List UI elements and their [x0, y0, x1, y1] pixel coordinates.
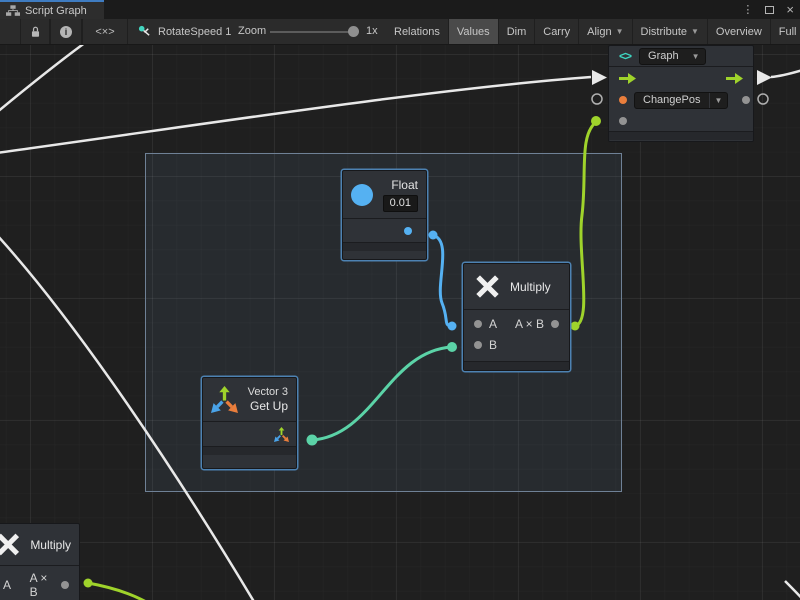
unconnected-port-ring[interactable]	[758, 94, 768, 104]
chevron-down-icon: ▼	[710, 96, 728, 105]
chevron-down-icon: ▼	[691, 27, 699, 36]
graph-dropdown[interactable]: Graph ▼	[639, 48, 706, 65]
values-button[interactable]: Values	[449, 19, 499, 44]
wire-green-bottom-multiply[interactable]	[88, 583, 148, 600]
float-icon	[351, 184, 373, 206]
tab-script-graph[interactable]: Script Graph	[0, 0, 104, 19]
node-multiply-partial[interactable]: Multiply A A × B	[0, 523, 80, 600]
close-icon[interactable]: ×	[786, 2, 794, 17]
input-a-port[interactable]	[474, 320, 482, 328]
value-out-port[interactable]	[742, 96, 750, 104]
output-port[interactable]	[551, 320, 559, 328]
toolbar: i <×> RotateSpeed 1 Zoom 1x Relations Va…	[0, 19, 800, 45]
wire-end-dot	[448, 322, 457, 331]
fullscreen-button[interactable]: Full Screen	[771, 19, 800, 44]
node-title: Multiply	[30, 538, 71, 552]
node-footer	[203, 446, 296, 455]
node-float[interactable]: Float 0.01	[342, 170, 427, 260]
unconnected-port-ring[interactable]	[592, 94, 602, 104]
maximize-icon[interactable]	[765, 6, 774, 14]
overview-button[interactable]: Overview	[708, 19, 771, 44]
input-b-port[interactable]	[474, 341, 482, 349]
wire-end-dot	[571, 322, 580, 331]
script-graph-window: Script Graph ⋮ × i <×> RotateS	[0, 0, 800, 600]
wire-end-dot	[307, 435, 318, 446]
zoom-value: 1x	[366, 25, 378, 37]
output-label: A × B	[30, 571, 55, 599]
script-graph-icon	[6, 5, 20, 17]
value-in-port[interactable]	[619, 117, 627, 125]
vector3-out-port[interactable]	[274, 427, 289, 442]
variable-dropdown-label: ChangePos	[635, 94, 709, 106]
graph-canvas[interactable]: <> Graph ▼	[0, 45, 800, 600]
node-title: Float	[391, 178, 418, 192]
node-footer	[343, 242, 426, 251]
wire-white-topleft[interactable]	[0, 45, 93, 113]
wire-blue-float-to-multiply-a[interactable]	[433, 235, 452, 326]
zoom-slider-handle[interactable]	[348, 26, 359, 37]
code-view-button[interactable]: <×>	[82, 19, 128, 44]
node-title: Get Up	[250, 399, 288, 413]
kebab-menu-icon[interactable]: ⋮	[742, 3, 753, 16]
input-a-label: A	[489, 317, 497, 331]
node-type-label: Vector 3	[248, 386, 288, 398]
node-title: Multiply	[510, 280, 551, 294]
value-in-port[interactable]	[619, 96, 627, 104]
zoom-slider[interactable]	[270, 31, 354, 33]
wire-end-dot	[84, 579, 93, 588]
wire-end-dot	[447, 342, 457, 352]
wire-white-from-graph-output[interactable]	[771, 69, 800, 77]
script-machine-icon	[138, 25, 151, 38]
graph-owner-label: RotateSpeed 1	[158, 26, 231, 38]
graph-owner-button[interactable]: RotateSpeed 1	[128, 19, 241, 44]
node-multiply[interactable]: Multiply A A × B B	[463, 263, 570, 371]
node-graph-output[interactable]: <> Graph ▼	[608, 45, 754, 142]
carry-button[interactable]: Carry	[535, 19, 579, 44]
output-port[interactable]	[61, 581, 69, 589]
node-footer	[609, 131, 753, 140]
relations-button[interactable]: Relations	[386, 19, 449, 44]
wire-green-multiply-to-changepos[interactable]	[575, 122, 596, 326]
code-icon: <×>	[95, 26, 114, 38]
node-vector3-get-up[interactable]: Vector 3 Get Up	[202, 377, 297, 469]
node-footer	[464, 361, 569, 370]
info-icon: i	[60, 26, 72, 38]
chevron-down-icon: ▼	[616, 27, 624, 36]
lock-button[interactable]	[20, 19, 50, 44]
toolbar-buttons: Relations Values Dim Carry Align▼ Distri…	[386, 19, 800, 44]
input-b-label: B	[489, 338, 497, 352]
inspect-button[interactable]: i	[50, 19, 82, 44]
wire-end-dot	[429, 231, 438, 240]
graph-dropdown-label: Graph	[640, 50, 687, 62]
multiply-icon	[0, 531, 21, 558]
vector3-icon	[211, 386, 238, 413]
flow-out-port[interactable]	[726, 73, 743, 84]
flow-input-arrow[interactable]	[592, 70, 607, 85]
value-out-port[interactable]	[404, 227, 412, 235]
align-button[interactable]: Align▼	[579, 19, 632, 44]
output-label: A × B	[515, 317, 544, 331]
input-a-label: A	[3, 578, 11, 592]
chevron-down-icon: ▼	[687, 52, 705, 61]
flow-in-port[interactable]	[619, 73, 636, 84]
tab-title: Script Graph	[25, 5, 87, 17]
wire-white-corner[interactable]	[785, 581, 800, 600]
variable-dropdown[interactable]: ChangePos ▼	[634, 92, 728, 109]
wire-white-to-graph-input[interactable]	[0, 77, 591, 153]
wire-teal-vector3-to-multiply-b[interactable]	[312, 347, 452, 440]
dim-button[interactable]: Dim	[499, 19, 536, 44]
graph-brackets-icon: <>	[619, 49, 631, 63]
titlebar: Script Graph ⋮ ×	[0, 0, 800, 19]
wire-end-dot	[591, 116, 601, 126]
distribute-button[interactable]: Distribute▼	[633, 19, 708, 44]
lock-icon	[30, 26, 41, 38]
multiply-icon	[474, 273, 501, 300]
zoom-label: Zoom	[238, 25, 266, 37]
float-value-field[interactable]: 0.01	[383, 195, 418, 212]
flow-output-arrow[interactable]	[757, 70, 772, 85]
